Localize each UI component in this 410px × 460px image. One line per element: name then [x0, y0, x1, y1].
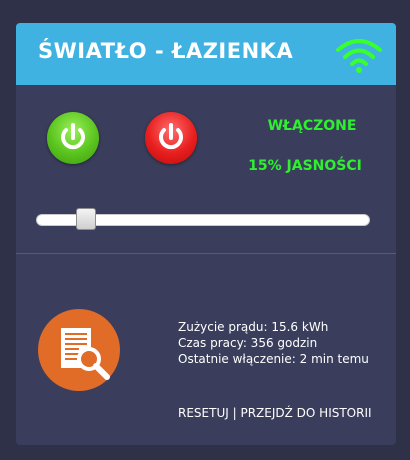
history-links: RESETUJ | PRZEJDŹ DO HISTORII: [178, 406, 372, 420]
brightness-label: 15% JASNOŚCI: [248, 158, 362, 174]
status-label: WŁĄCZONE: [267, 118, 357, 134]
divider: [16, 253, 396, 254]
panel-header: ŚWIATŁO - ŁAZIENKA: [16, 23, 396, 85]
power-icon: [159, 123, 183, 150]
power-icon: [61, 123, 85, 150]
power-on-button[interactable]: [47, 112, 99, 164]
light-control-panel: ŚWIATŁO - ŁAZIENKA WŁĄCZONE 15% JASNOŚCI: [16, 23, 396, 445]
wifi-icon: [336, 39, 382, 73]
link-separator: |: [232, 406, 237, 420]
reset-link[interactable]: RESETUJ: [178, 406, 229, 420]
document-search-icon[interactable]: [38, 309, 120, 391]
history-link[interactable]: PRZEJDŹ DO HISTORII: [240, 406, 371, 420]
brightness-slider-thumb[interactable]: [76, 208, 96, 230]
page-title: ŚWIATŁO - ŁAZIENKA: [38, 39, 294, 63]
power-off-button[interactable]: [145, 112, 197, 164]
power-usage-stat: Zużycie prądu: 15.6 kWh: [178, 320, 329, 334]
last-on-stat: Ostatnie włączenie: 2 min temu: [178, 352, 369, 366]
runtime-stat: Czas pracy: 356 godzin: [178, 336, 318, 350]
